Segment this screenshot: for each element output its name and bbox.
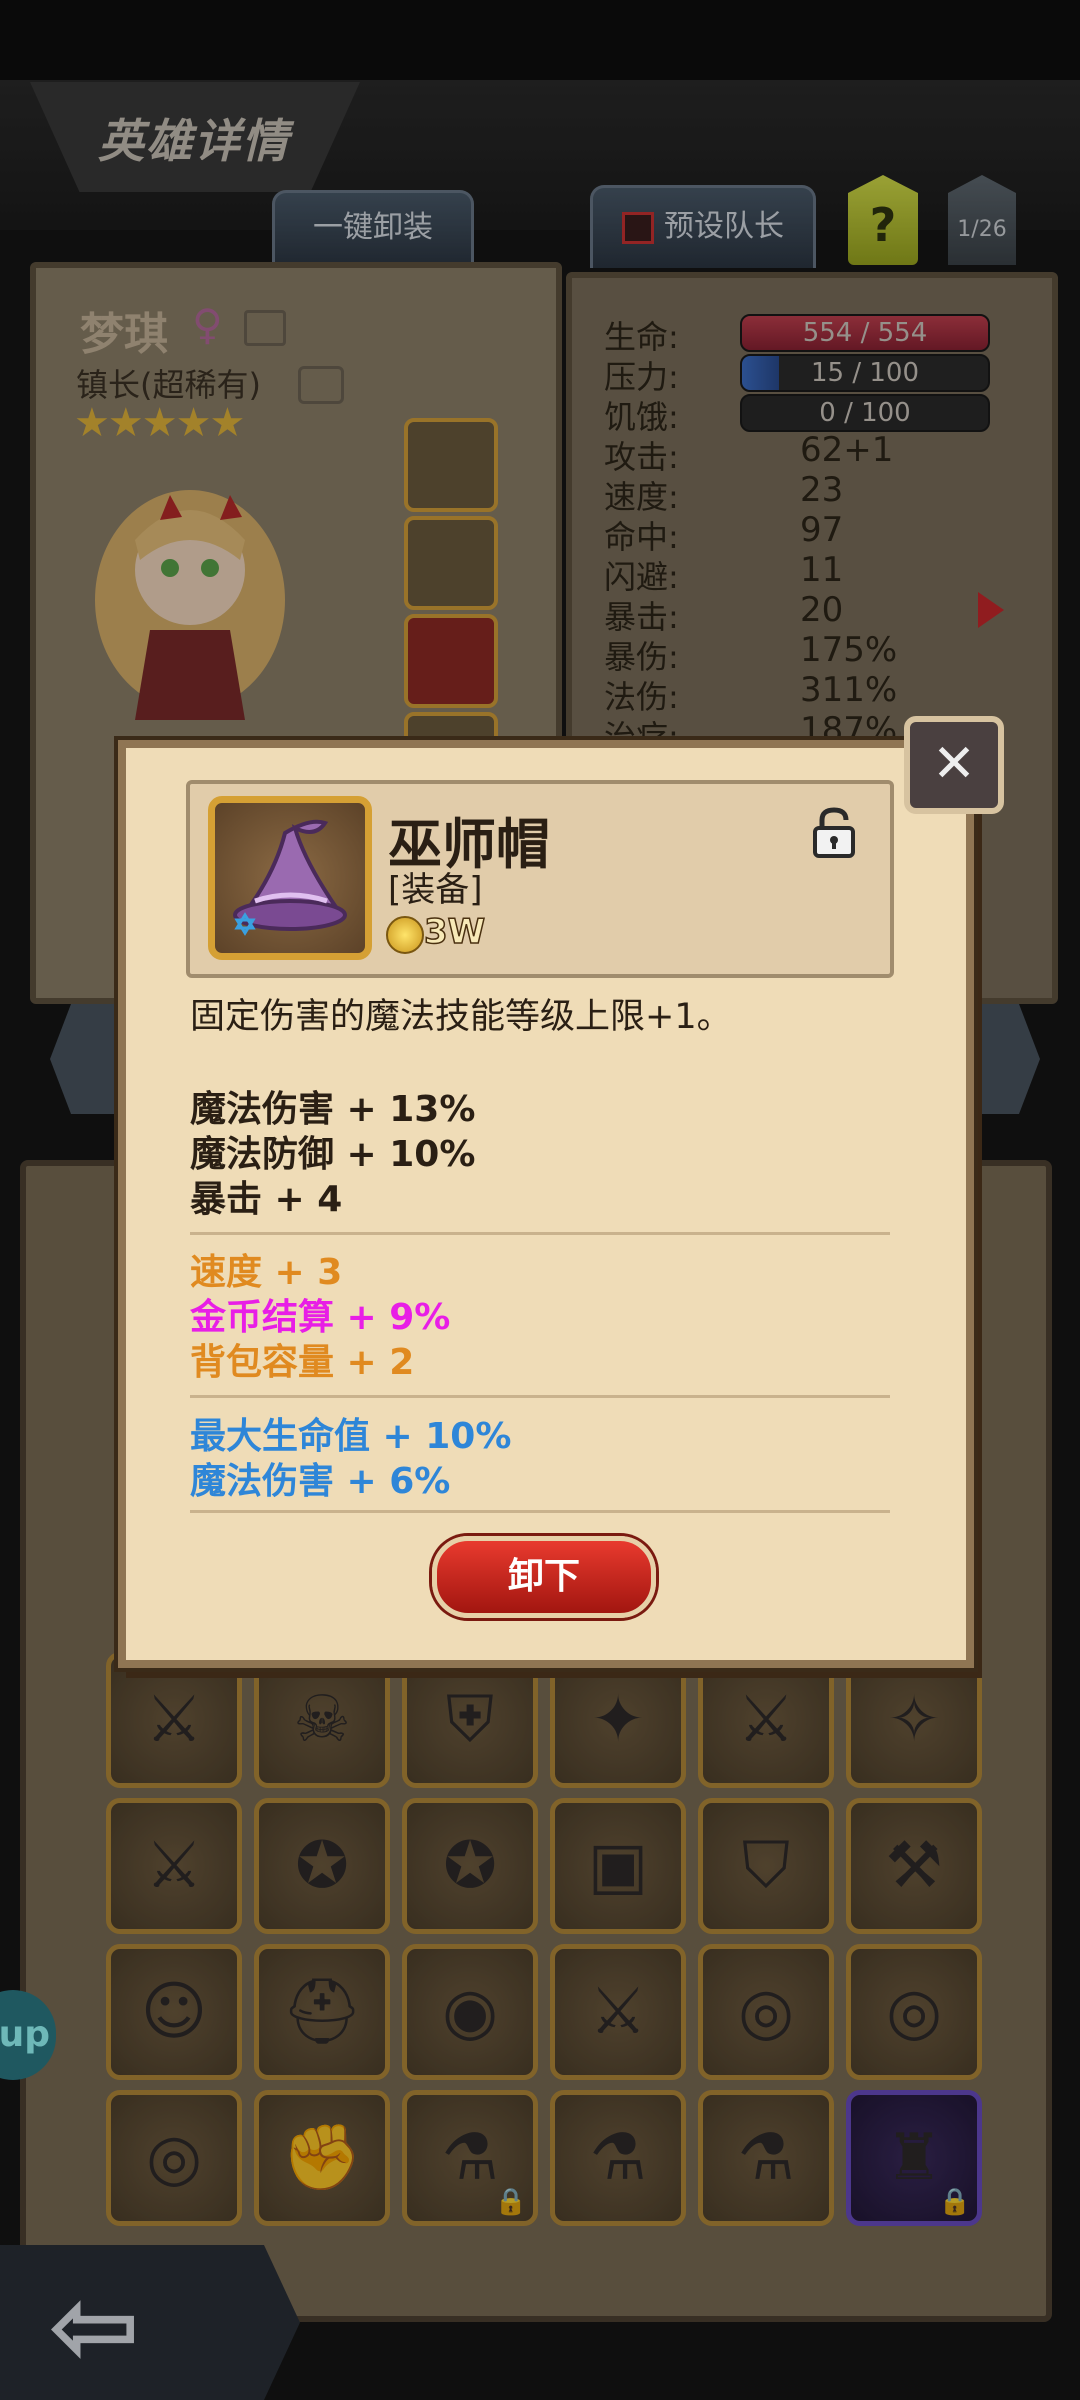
- item-bonus-stat: 背包容量 + 2: [190, 1342, 415, 1383]
- coin-icon: [386, 916, 424, 954]
- divider: [190, 1232, 890, 1235]
- unequip-button[interactable]: 卸下: [432, 1536, 656, 1618]
- item-base-stat: 暴击 + 4: [190, 1179, 343, 1220]
- item-price: 3W: [423, 911, 486, 953]
- item-description: 固定伤害的魔法技能等级上限+1。: [190, 997, 732, 1037]
- unlocked-lock-icon[interactable]: [812, 806, 856, 858]
- close-icon[interactable]: ✕: [904, 716, 1004, 814]
- item-type: [装备]: [388, 870, 483, 910]
- divider: [190, 1395, 890, 1398]
- wizard-hat-icon: [208, 796, 372, 960]
- divider: [190, 1510, 890, 1513]
- item-set-stat: 魔法伤害 + 6%: [190, 1461, 451, 1502]
